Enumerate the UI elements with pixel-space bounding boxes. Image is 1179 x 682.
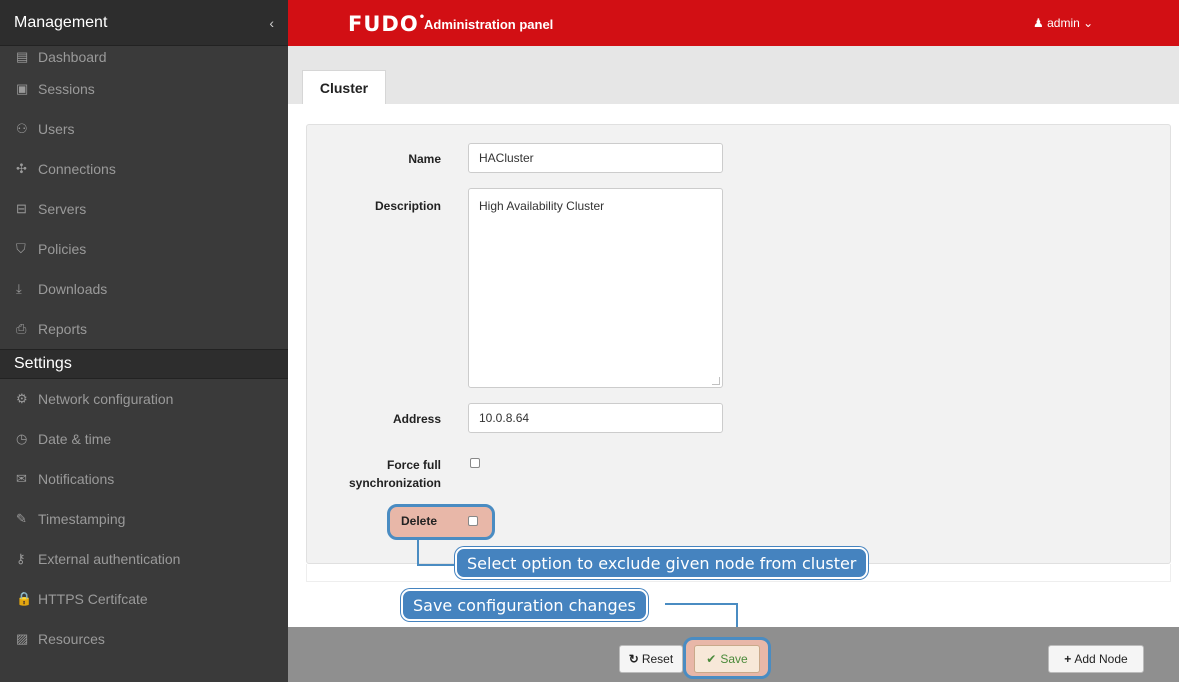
name-input[interactable]: HACluster — [468, 143, 723, 173]
sidebar-item-https-certificate[interactable]: 🔒 HTTPS Certifcate — [0, 579, 288, 619]
sidebar-item-connections[interactable]: ✣ Connections — [0, 149, 288, 189]
sidebar-item-users[interactable]: ⚇ Users — [0, 109, 288, 149]
key-icon: ⚷ — [16, 551, 26, 566]
tab-bar: Cluster — [288, 46, 1179, 104]
tab-cluster[interactable]: Cluster — [302, 70, 386, 104]
sidebar: Management ‹ ▤ Dashboard ▣ Sessions ⚇ Us… — [0, 0, 288, 682]
description-textarea[interactable]: High Availability Cluster — [468, 188, 723, 388]
top-bar: FUDO• Administration panel ♟ admin ⌄ — [288, 0, 1179, 46]
force-sync-label: Force full synchronization — [308, 456, 441, 492]
sidebar-item-label: Downloads — [38, 281, 108, 297]
sidebar-item-label: Timestamping — [38, 511, 126, 527]
sidebar-item-label: External authentication — [38, 551, 181, 567]
save-button[interactable]: ✔ Save — [694, 645, 760, 673]
plus-icon: + — [1064, 652, 1072, 666]
force-sync-label-line1: Force full — [386, 458, 441, 472]
servers-icon: ⊟ — [16, 201, 27, 216]
refresh-icon: ↻ — [628, 652, 639, 666]
sidebar-item-label: Resources — [38, 631, 105, 647]
envelope-icon: ✉ — [16, 471, 27, 486]
delete-label: Delete — [401, 514, 438, 528]
main-content: Cluster Name HACluster Description High … — [288, 46, 1179, 682]
sidebar-item-external-authentication[interactable]: ⚷ External authentication — [0, 539, 288, 579]
resize-grip-icon[interactable] — [712, 377, 720, 385]
add-node-button-label: Add Node — [1074, 652, 1128, 666]
sidebar-item-dashboard[interactable]: ▤ Dashboard — [0, 45, 288, 69]
name-label: Name — [408, 152, 441, 166]
sidebar-item-label: Users — [38, 121, 75, 137]
app-title: Administration panel — [424, 17, 554, 32]
cluster-form-panel — [306, 124, 1171, 564]
force-sync-label-line2: synchronization — [348, 476, 441, 490]
check-icon: ✔ — [706, 652, 717, 666]
sidebar-header-management: Management ‹ — [0, 0, 288, 46]
user-icon: ♟ — [1033, 16, 1044, 30]
chevron-down-icon: ⌄ — [1083, 16, 1094, 30]
callout-connector — [417, 564, 457, 566]
delete-hint-callout: Select option to exclude given node from… — [455, 547, 869, 579]
collapse-sidebar-icon[interactable]: ‹ — [269, 15, 274, 31]
sidebar-item-network-configuration[interactable]: ⚙ Network configuration — [0, 379, 288, 419]
connections-icon: ✣ — [16, 161, 27, 176]
callout-connector — [665, 603, 738, 605]
logo-text: FUDO — [348, 12, 419, 36]
reset-button[interactable]: ↻ Reset — [619, 645, 683, 673]
sidebar-item-label: Sessions — [38, 81, 95, 97]
delete-checkbox[interactable] — [468, 516, 478, 526]
sidebar-header-settings: Settings — [0, 349, 288, 379]
sidebar-item-label: Reports — [38, 321, 88, 337]
sidebar-item-date-time[interactable]: ◷ Date & time — [0, 419, 288, 459]
reports-icon: ⎙ — [16, 321, 27, 336]
edit-icon: ✎ — [16, 511, 27, 526]
sessions-icon: ▣ — [16, 81, 29, 96]
users-icon: ⚇ — [16, 121, 28, 136]
reset-button-label: Reset — [641, 652, 674, 666]
lock-icon: 🔒 — [16, 591, 33, 606]
save-button-label: Save — [720, 652, 748, 666]
policies-icon: ⛉ — [16, 241, 26, 256]
network-configuration-icon: ⚙ — [16, 391, 28, 406]
sidebar-item-label: Policies — [38, 241, 87, 257]
sidebar-item-servers[interactable]: ⊟ Servers — [0, 189, 288, 229]
picture-icon: ▨ — [16, 631, 29, 646]
downloads-icon: ⤓ — [16, 281, 22, 296]
sidebar-item-label: HTTPS Certifcate — [38, 591, 148, 607]
sidebar-item-policies[interactable]: ⛉ Policies — [0, 229, 288, 269]
sidebar-item-label: Network configuration — [38, 391, 174, 407]
sidebar-item-label: Servers — [38, 201, 87, 217]
user-menu[interactable]: ♟ admin ⌄ — [1033, 16, 1093, 30]
sidebar-item-label: Notifications — [38, 471, 115, 487]
add-node-button[interactable]: + Add Node — [1048, 645, 1144, 673]
sidebar-item-label: Dashboard — [38, 49, 107, 65]
sidebar-item-timestamping[interactable]: ✎ Timestamping — [0, 499, 288, 539]
fudo-logo: FUDO• — [348, 12, 426, 36]
sidebar-item-label: Connections — [38, 161, 116, 177]
description-value: High Availability Cluster — [479, 199, 605, 213]
sidebar-item-sessions[interactable]: ▣ Sessions — [0, 69, 288, 109]
address-label: Address — [392, 412, 441, 426]
user-name: admin — [1047, 16, 1080, 30]
sidebar-item-resources[interactable]: ▨ Resources — [0, 619, 288, 659]
force-sync-checkbox[interactable] — [470, 458, 480, 468]
sidebar-item-downloads[interactable]: ⤓ Downloads — [0, 269, 288, 309]
save-hint-callout: Save configuration changes — [401, 589, 648, 621]
address-input[interactable]: 10.0.8.64 — [468, 403, 723, 433]
dashboard-icon: ▤ — [16, 49, 29, 64]
sidebar-item-reports[interactable]: ⎙ Reports — [0, 309, 288, 349]
description-label: Description — [374, 199, 441, 213]
sidebar-item-notifications[interactable]: ✉ Notifications — [0, 459, 288, 499]
sidebar-management-title: Management — [14, 13, 108, 31]
callout-connector — [417, 540, 419, 566]
sidebar-item-label: Date & time — [38, 431, 112, 447]
clock-icon: ◷ — [16, 431, 28, 446]
